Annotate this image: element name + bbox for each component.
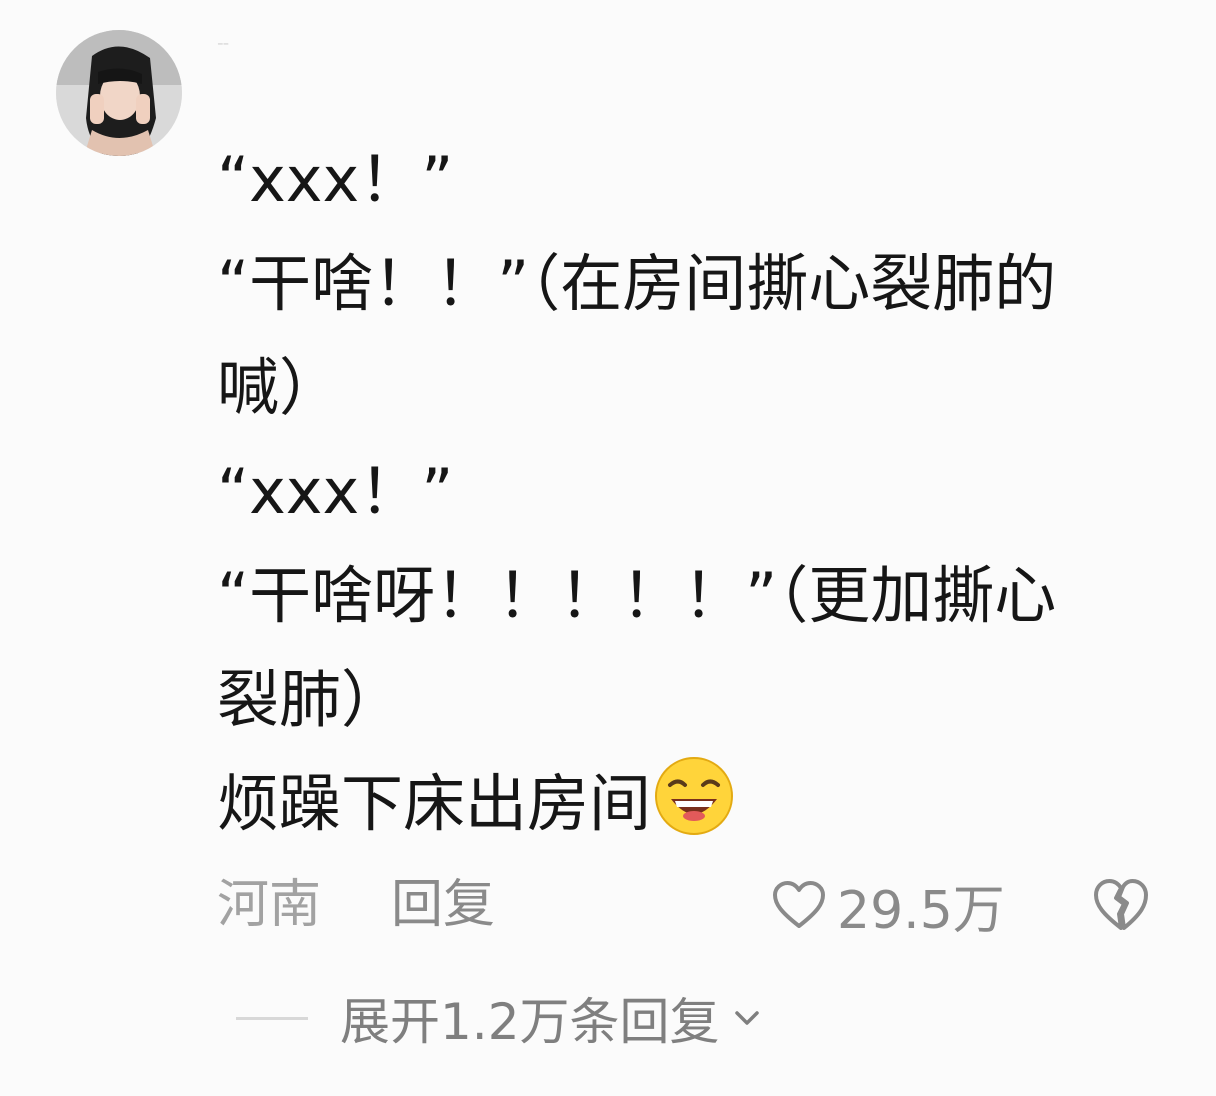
comment-line-text: 烦躁下床出房间: [217, 767, 652, 840]
reply-button[interactable]: 回复: [391, 870, 495, 940]
avatar-image: [56, 30, 182, 156]
chevron-down-icon: [734, 1011, 759, 1025]
comment-line-last: 烦躁下床出房间: [217, 752, 1152, 856]
expand-replies-button[interactable]: 展开1.2万条回复: [236, 988, 764, 1051]
like-button[interactable]: 29.5万: [771, 870, 1005, 941]
comment-line: “xxx！”: [217, 143, 454, 216]
comment-line: 喊）: [217, 351, 342, 424]
comment-line: “xxx！”: [217, 455, 454, 528]
comment-body: “xxx！” “干啥！！”（在房间撕心裂肺的 喊） “xxx！” “干啥呀！！！…: [217, 128, 1152, 856]
username[interactable]: ▔▔: [218, 44, 229, 51]
grinning-squinting-face-icon: [655, 757, 734, 835]
heart-icon: [773, 881, 825, 928]
comment-line: “干啥！！”（在房间撕心裂肺的: [217, 247, 1057, 320]
divider-line: [236, 1016, 308, 1020]
comment-meta: 河南 回复 29.5万: [217, 870, 1152, 941]
expand-replies-label: 展开1.2万条回复: [340, 993, 720, 1051]
comment-line: “干啥呀！！！！！”（更加撕心: [217, 559, 1057, 632]
location-label: 河南: [217, 875, 322, 935]
like-count: 29.5万: [837, 880, 1005, 941]
comment-line: 裂肺）: [217, 663, 404, 736]
broken-heart-icon[interactable]: [1091, 876, 1151, 934]
avatar[interactable]: [56, 30, 182, 156]
